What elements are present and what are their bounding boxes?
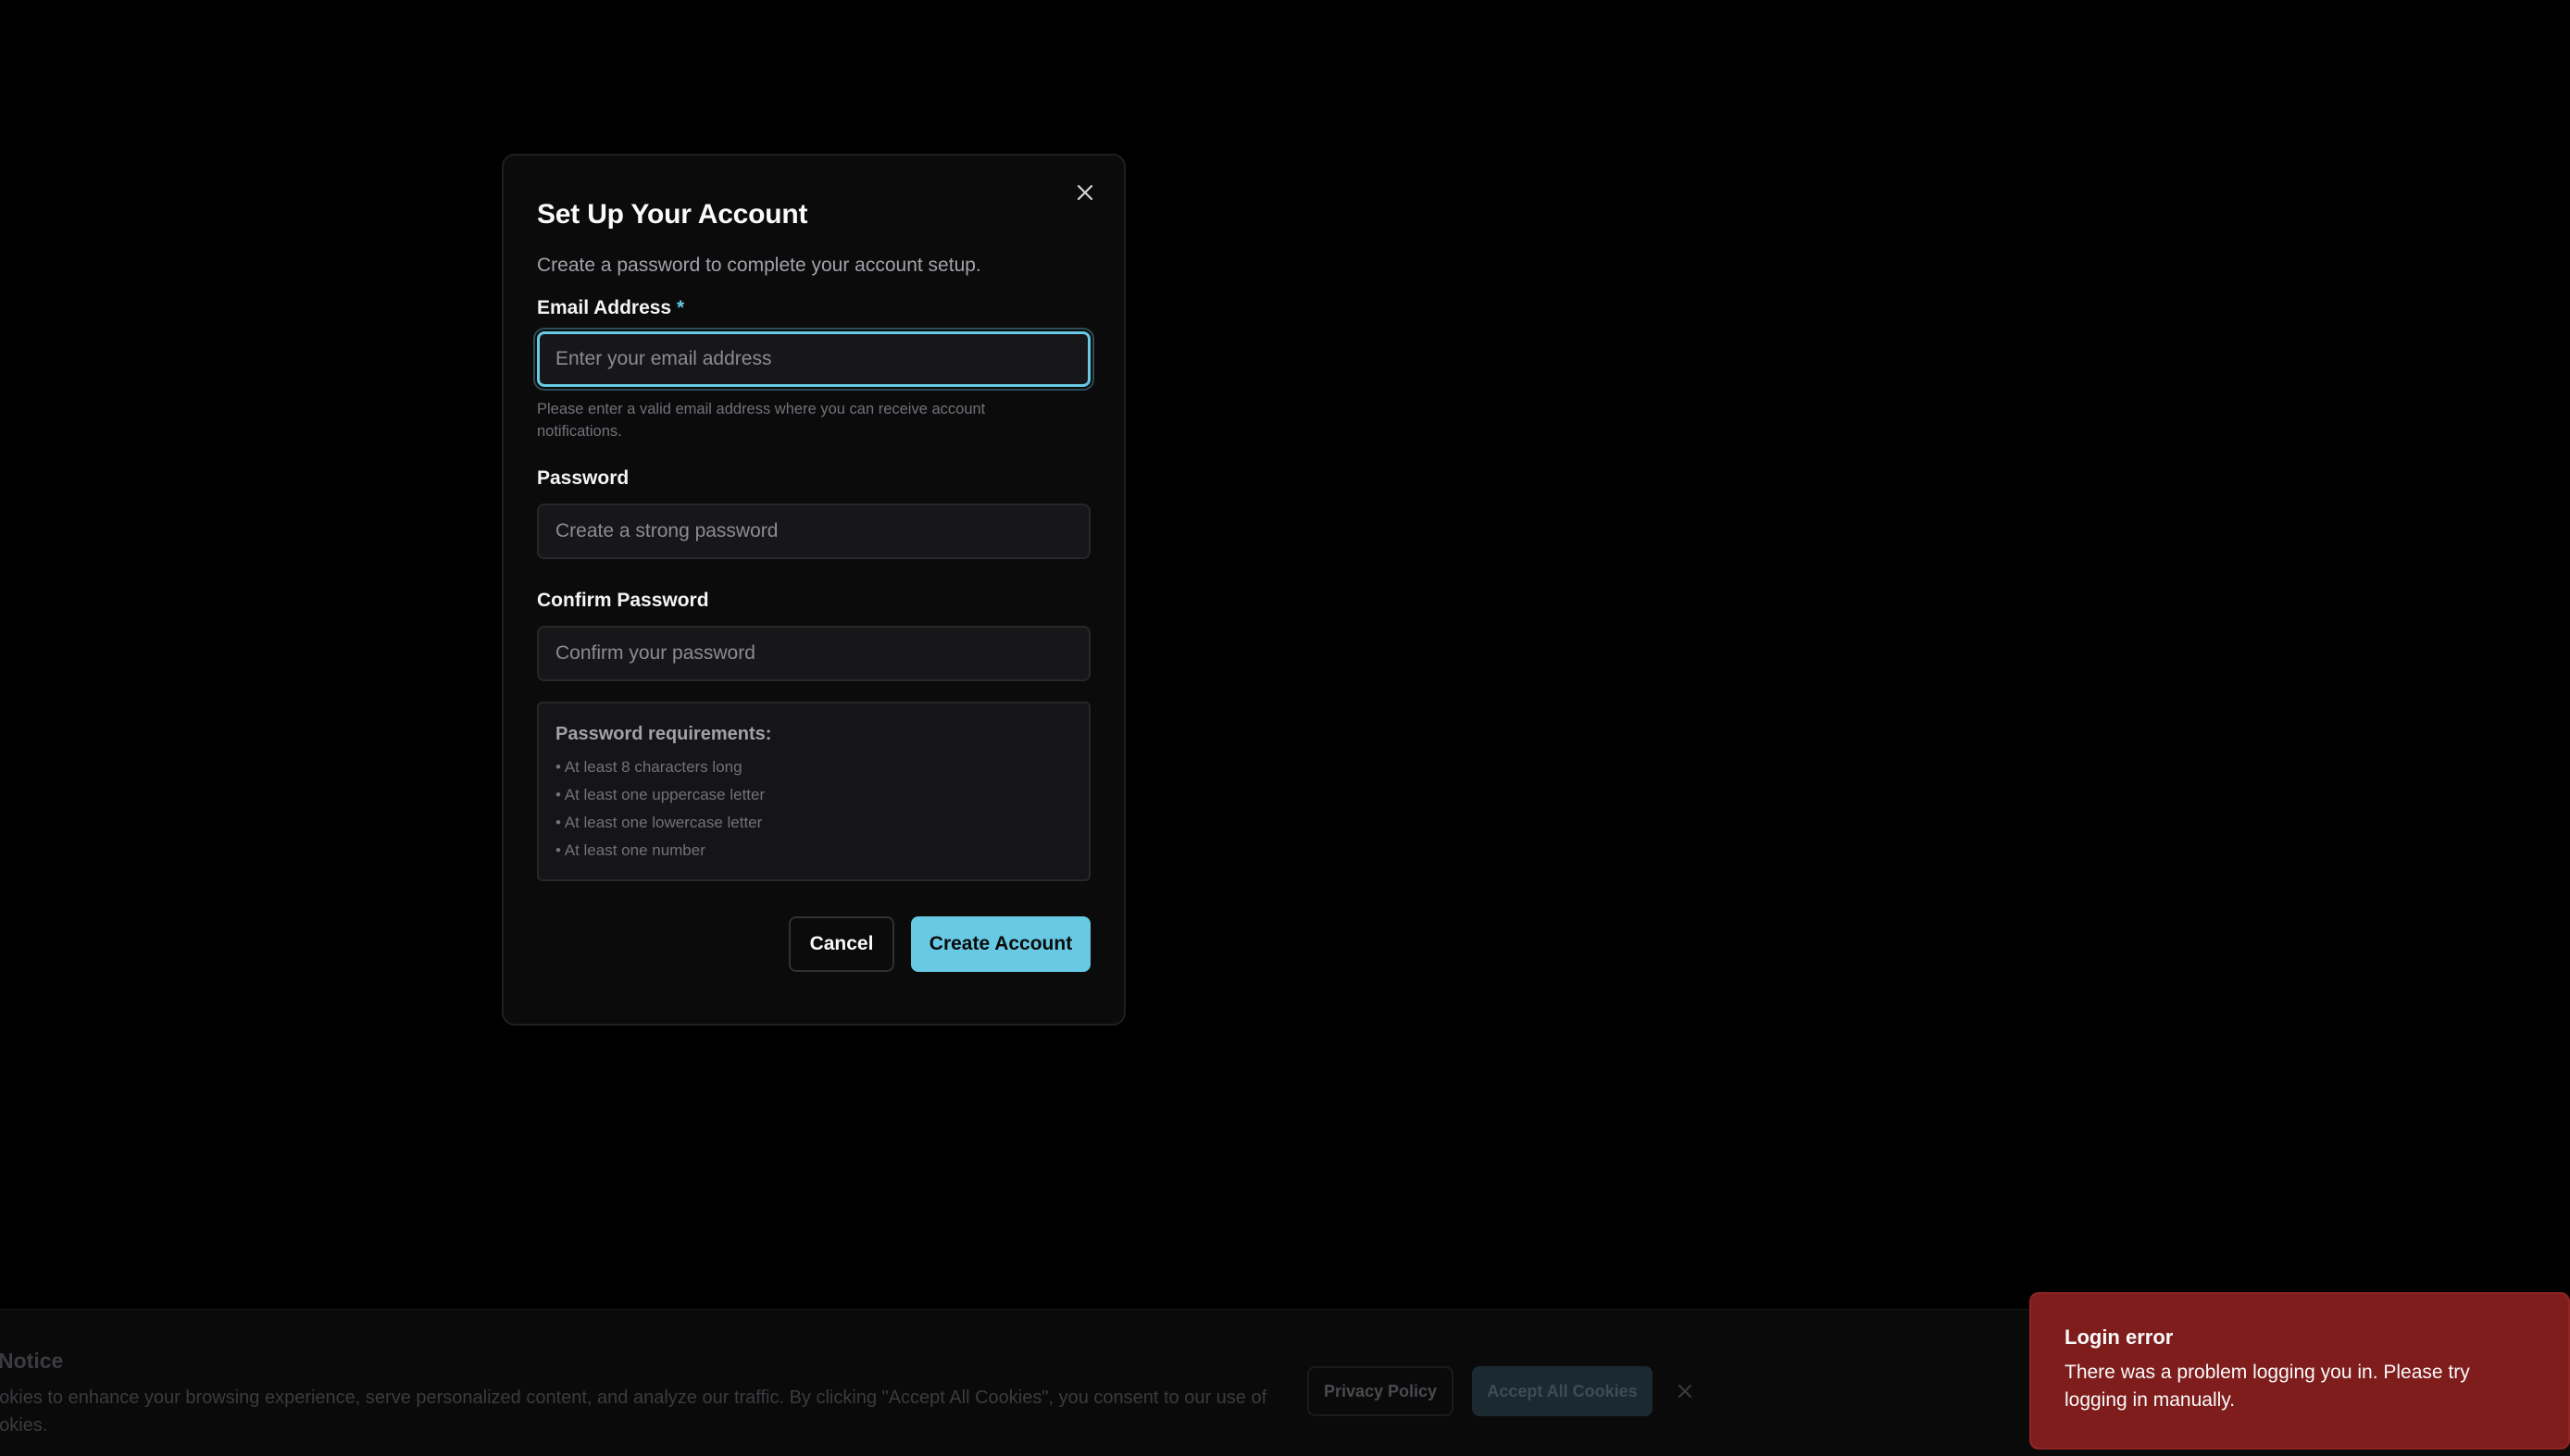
password-requirements: Password requirements: • At least 8 char… [537, 702, 1091, 881]
close-icon [1077, 184, 1093, 201]
dialog-title: Set Up Your Account [537, 199, 808, 230]
privacy-policy-button[interactable]: Privacy Policy [1307, 1366, 1453, 1416]
page: Set Up Your Account Create a password to… [0, 0, 2570, 1456]
requirement-item: • At least one uppercase letter [555, 786, 766, 803]
close-icon [1678, 1385, 1691, 1398]
requirement-item: • At least 8 characters long [555, 758, 742, 776]
confirm-password-label: Confirm Password [537, 590, 709, 611]
toast-title: Login error [2065, 1325, 2174, 1349]
setup-account-dialog: Set Up Your Account Create a password to… [502, 154, 1126, 1026]
create-account-button[interactable]: Create Account [911, 916, 1091, 972]
email-input[interactable] [537, 331, 1091, 387]
dialog-description: Create a password to complete your accou… [537, 255, 981, 276]
requirement-item: • At least one number [555, 841, 705, 859]
close-dialog-button[interactable] [1068, 176, 1102, 209]
cancel-button[interactable]: Cancel [789, 916, 894, 972]
password-input[interactable] [537, 504, 1091, 559]
email-label: Email Address * [537, 294, 1091, 322]
login-error-toast: Login error There was a problem logging … [2029, 1292, 2570, 1450]
accept-all-cookies-button[interactable]: Accept All Cookies [1472, 1366, 1653, 1416]
email-hint: Please enter a valid email address where… [537, 401, 986, 440]
password-label: Password [537, 467, 630, 489]
toast-message: There was a problem logging you in. Plea… [2065, 1362, 2470, 1411]
requirement-item: • At least one lowercase letter [555, 814, 763, 831]
cookie-banner-close-button[interactable] [1672, 1378, 1698, 1404]
email-label-text: Email Address [537, 297, 672, 318]
cookie-banner-title: Notice [0, 1349, 64, 1373]
requirements-title: Password requirements: [555, 724, 772, 744]
cookie-banner-text: cookies to enhance your browsing experie… [0, 1388, 1267, 1436]
dialog-actions: Cancel Create Account [537, 916, 1091, 972]
required-marker: * [676, 297, 685, 318]
requirements-list: • At least 8 characters long • At least … [555, 753, 1072, 865]
confirm-password-input[interactable] [537, 626, 1091, 681]
